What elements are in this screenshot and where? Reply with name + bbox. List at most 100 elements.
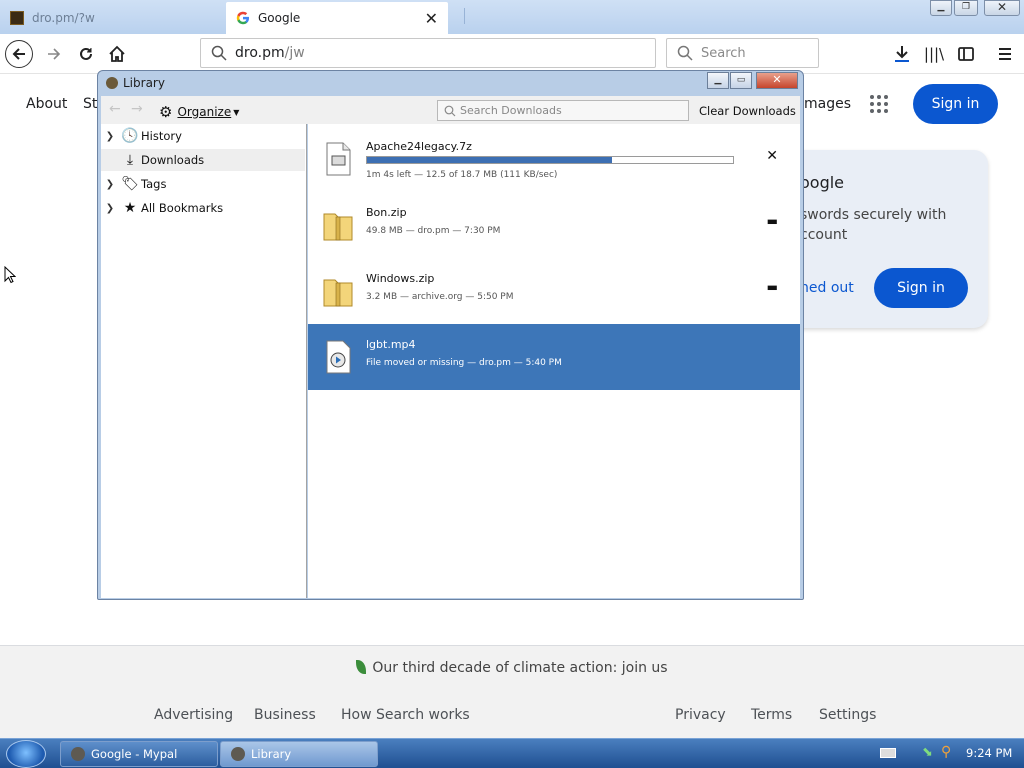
sidebar-item-label: All Bookmarks (141, 201, 224, 215)
mouse-cursor-icon (4, 266, 16, 284)
climate-message[interactable]: Our third decade of climate action: join… (0, 660, 1024, 676)
apps-grid-icon[interactable] (869, 94, 889, 114)
library-forward-icon[interactable]: → (131, 101, 143, 117)
taskbar-label: Google - Mypal (91, 747, 178, 761)
library-title: Library (123, 76, 165, 90)
download-icon (895, 46, 909, 62)
network-icon[interactable]: ⬊ (922, 745, 933, 760)
download-name: Apache24legacy.7z (366, 140, 472, 153)
mypal-icon (71, 747, 85, 761)
tab-google[interactable]: Google ✕ (226, 2, 448, 34)
library-toolbar: ← → ⚙ Organize ▼ Search Downloads Clear … (101, 96, 800, 124)
start-button[interactable] (6, 740, 46, 768)
footer-how-search-works[interactable]: How Search works (341, 707, 470, 723)
cancel-download-icon[interactable]: ✕ (766, 148, 778, 164)
open-folder-icon[interactable]: ▬ (767, 214, 778, 228)
hamburger-icon (999, 48, 1011, 60)
tab-bar: dro.pm/?w Google ✕ ▁ ❐ ✕ (0, 0, 1024, 34)
download-name: Windows.zip (366, 272, 435, 285)
taskbar-label: Library (251, 747, 292, 761)
promo-sign-in-button[interactable]: Sign in (874, 268, 968, 308)
download-progress-fill (367, 157, 613, 163)
sidebar-toggle-button[interactable] (952, 40, 980, 68)
minimize-button[interactable]: ▁ (930, 0, 952, 16)
organize-label: Organize (177, 105, 232, 119)
forward-button[interactable] (40, 40, 68, 68)
download-meta: 1m 4s left — 12.5 of 18.7 MB (111 KB/sec… (366, 170, 558, 180)
close-tab-icon[interactable]: ✕ (425, 9, 438, 28)
library-maximize-button[interactable]: ▭ (730, 72, 752, 89)
climate-text: Our third decade of climate action: join… (372, 660, 668, 676)
menu-button[interactable] (991, 40, 1019, 68)
footer-privacy[interactable]: Privacy (675, 707, 726, 723)
google-favicon-icon (236, 11, 249, 25)
download-item-selected[interactable]: lgbt.mp4 File moved or missing — dro.pm … (308, 324, 800, 390)
library-minimize-button[interactable]: ▁ (707, 72, 729, 89)
library-window: Library ▁ ▭ ✕ ← → ⚙ Organize ▼ Search Do… (97, 70, 804, 600)
library-back-icon[interactable]: ← (109, 101, 121, 117)
taskbar: Google - Mypal Library ⬊ ⚲ 9:24 PM (0, 738, 1024, 768)
expand-arrow-icon[interactable]: ❯ (101, 203, 119, 214)
taskbar-item-library[interactable]: Library (220, 741, 378, 767)
close-window-button[interactable]: ✕ (984, 0, 1020, 16)
organize-menu[interactable]: ⚙ Organize ▼ (159, 103, 239, 121)
downloads-list: Apache24legacy.7z 1m 4s left — 12.5 of 1… (308, 124, 800, 598)
media-file-icon (326, 340, 351, 374)
search-bar[interactable]: Search (666, 38, 819, 68)
clear-downloads-button[interactable]: Clear Downloads (699, 104, 796, 118)
keyboard-icon[interactable] (880, 748, 896, 758)
library-button[interactable]: |||\ (920, 40, 948, 68)
sign-in-button[interactable]: Sign in (913, 84, 998, 124)
download-name: Bon.zip (366, 206, 407, 219)
download-name: lgbt.mp4 (366, 338, 416, 351)
download-item[interactable]: Windows.zip 3.2 MB — archive.org — 5:50 … (308, 258, 800, 324)
footer-advertising[interactable]: Advertising (154, 707, 233, 723)
sidebar-item-downloads[interactable]: ⤓ Downloads (101, 149, 305, 171)
arrow-left-icon (12, 48, 25, 60)
page-footer (0, 645, 1024, 738)
home-icon (109, 45, 125, 62)
store-link[interactable]: St (83, 96, 97, 112)
taskbar-item-mypal[interactable]: Google - Mypal (60, 741, 218, 767)
star-icon: ★ (123, 200, 137, 216)
search-icon (211, 45, 227, 61)
search-icon (444, 105, 456, 117)
sidebar-item-history[interactable]: ❯ 🕓 History (101, 125, 305, 147)
download-progress-bar (366, 156, 734, 164)
sidebar-item-all-bookmarks[interactable]: ❯ ★ All Bookmarks (101, 197, 305, 219)
footer-settings[interactable]: Settings (819, 707, 876, 723)
expand-arrow-icon[interactable]: ❯ (101, 131, 119, 142)
library-icon: |||\ (923, 45, 945, 63)
open-folder-icon[interactable]: ▬ (767, 280, 778, 294)
download-item[interactable]: Apache24legacy.7z 1m 4s left — 12.5 of 1… (308, 126, 800, 192)
library-app-icon (231, 747, 245, 761)
sidebar-item-tags[interactable]: ❯ 🏷 Tags (101, 173, 305, 195)
download-item[interactable]: Bon.zip 49.8 MB — dro.pm — 7:30 PM ▬ (308, 192, 800, 258)
tab-dro-pm[interactable]: dro.pm/?w (4, 2, 224, 34)
tag-icon: 🏷 (121, 176, 139, 192)
gear-icon: ⚙ (159, 103, 173, 121)
url-bar[interactable]: dro.pm/jw (200, 38, 656, 68)
archive-file-icon (326, 142, 351, 176)
download-meta: 3.2 MB — archive.org — 5:50 PM (366, 292, 514, 302)
home-button[interactable] (103, 40, 131, 68)
library-title-bar: Library (106, 76, 165, 90)
downloads-button[interactable] (888, 40, 916, 68)
about-link[interactable]: About (26, 96, 67, 112)
footer-business[interactable]: Business (254, 707, 316, 723)
promo-text: swords securely with ccount (800, 207, 947, 243)
clock[interactable]: 9:24 PM (966, 746, 1012, 760)
images-link[interactable]: mages (804, 96, 851, 112)
expand-arrow-icon[interactable]: ❯ (101, 179, 119, 190)
search-downloads-input[interactable]: Search Downloads (437, 100, 689, 121)
back-button[interactable] (5, 40, 33, 68)
search-tray-icon[interactable]: ⚲ (941, 744, 951, 760)
chevron-down-icon: ▼ (233, 107, 240, 117)
arrow-right-icon (48, 48, 61, 60)
stay-signed-out-link[interactable]: ned out (800, 280, 854, 296)
reload-button[interactable] (72, 40, 100, 68)
restore-button[interactable]: ❐ (954, 0, 978, 16)
library-close-button[interactable]: ✕ (756, 72, 798, 89)
leaf-icon (356, 660, 367, 674)
footer-terms[interactable]: Terms (751, 707, 792, 723)
